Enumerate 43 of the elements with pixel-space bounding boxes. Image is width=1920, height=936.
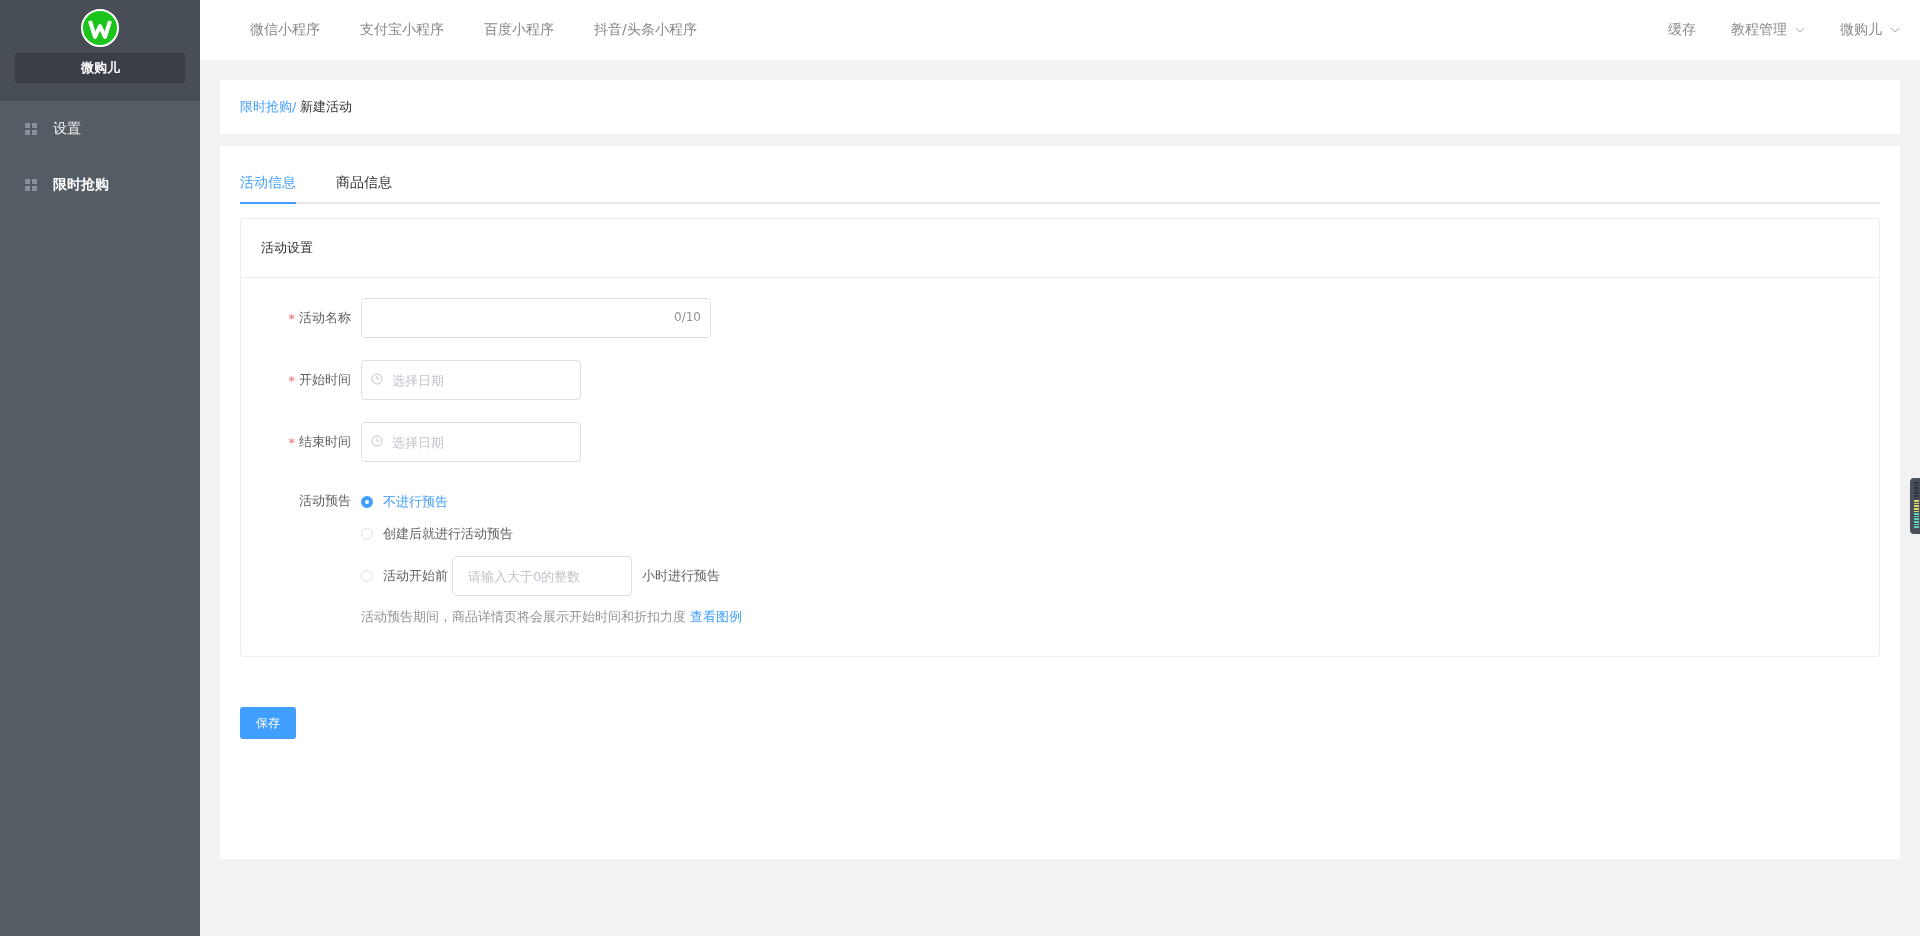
field-label: 结束时间 bbox=[299, 433, 351, 451]
grid-icon bbox=[25, 179, 37, 191]
clock-icon bbox=[371, 373, 383, 385]
field-label: 活动名称 bbox=[299, 309, 351, 327]
field-label: 活动预告 bbox=[298, 492, 351, 510]
sidebar-item[interactable]: 设置 bbox=[0, 101, 200, 157]
brand-name: 微购儿 bbox=[15, 53, 185, 83]
save-button[interactable]: 保存 bbox=[240, 707, 296, 739]
chevron-down-icon[interactable] bbox=[1795, 27, 1805, 33]
sidebar-item[interactable]: 限时抢购 bbox=[0, 157, 200, 213]
field-label: 开始时间 bbox=[299, 371, 351, 389]
logo-icon bbox=[81, 9, 119, 47]
input-field[interactable] bbox=[361, 298, 711, 338]
character-counter: 0/10 bbox=[674, 310, 701, 324]
radio-label: 不进行预告 bbox=[383, 493, 448, 511]
suffix-text: 小时进行预告 bbox=[642, 567, 720, 585]
radio-button[interactable] bbox=[361, 496, 373, 508]
nav-menu[interactable]: 教程管理 bbox=[1731, 21, 1787, 39]
required-mark: * bbox=[288, 310, 295, 326]
grid-icon bbox=[25, 123, 37, 135]
nav-link[interactable]: 百度小程序 bbox=[484, 21, 554, 39]
breadcrumb-current: 新建活动 bbox=[300, 98, 353, 116]
chevron-down-icon[interactable] bbox=[1890, 27, 1900, 33]
panel-title: 活动设置 bbox=[241, 219, 1879, 278]
required-mark: * bbox=[288, 434, 295, 450]
clock-icon bbox=[371, 435, 383, 447]
hours-field[interactable]: 请输入大于0的整数 bbox=[452, 556, 632, 596]
radio-label: 活动开始前 bbox=[383, 567, 448, 585]
date-field[interactable]: 选择日期 bbox=[361, 360, 581, 400]
tab[interactable]: 活动信息 bbox=[240, 174, 296, 204]
example-link[interactable]: 查看图例 bbox=[690, 609, 743, 624]
side-widget-drawing bbox=[1910, 478, 1920, 534]
nav-menu[interactable]: 微购儿 bbox=[1840, 21, 1882, 39]
breadcrumb-link[interactable]: 限时抢购/ bbox=[240, 98, 297, 116]
nav-link[interactable]: 抖音/头条小程序 bbox=[594, 21, 697, 39]
tab[interactable]: 商品信息 bbox=[336, 174, 392, 204]
date-field[interactable]: 选择日期 bbox=[361, 422, 581, 462]
nav-link[interactable]: 支付宝小程序 bbox=[360, 21, 444, 39]
hint-text: 活动预告期间，商品详情页将会展示开始时间和折扣力度 查看图例 bbox=[361, 608, 743, 626]
required-mark: * bbox=[288, 372, 295, 388]
nav-link[interactable]: 微信小程序 bbox=[250, 21, 320, 39]
nav-menu[interactable]: 缓存 bbox=[1668, 21, 1696, 39]
radio-label: 创建后就进行活动预告 bbox=[383, 525, 513, 543]
